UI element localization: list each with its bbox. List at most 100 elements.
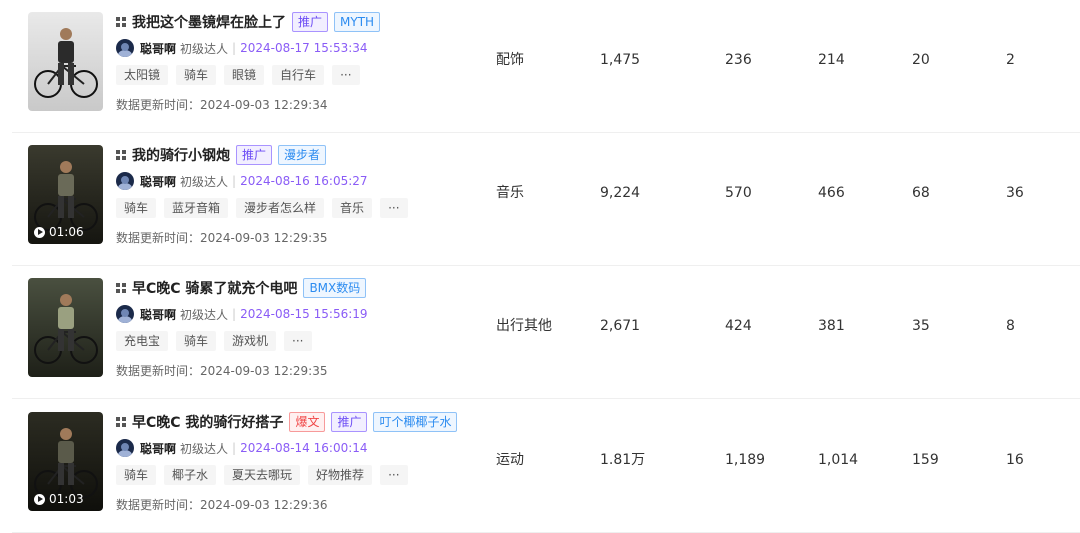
- update-value: 2024-09-03 12:29:34: [200, 98, 328, 112]
- metric-cell-c3: 381: [818, 318, 845, 334]
- update-label: 数据更新时间：: [116, 231, 201, 245]
- tag-list: 太阳镜 骑车 眼镜 自行车 ···: [116, 65, 368, 85]
- author-line: 聪哥啊 初级达人 | 2024-08-17 15:53:34: [116, 38, 368, 58]
- note-title[interactable]: 早C晚C 我的骑行好搭子: [132, 412, 283, 432]
- avatar[interactable]: [116, 439, 134, 457]
- badge-brand: 叮个椰椰子水: [373, 412, 458, 432]
- metric-cell-c1: 9,224: [600, 185, 641, 201]
- tag[interactable]: 骑车: [116, 465, 157, 485]
- more-tags-button[interactable]: ···: [284, 331, 312, 351]
- metric-cell-c2: 236: [725, 52, 752, 68]
- video-duration: 01:06: [34, 225, 84, 239]
- more-tags-button[interactable]: ···: [332, 65, 360, 85]
- metric-cell-c4: 20: [912, 52, 930, 68]
- note-type-icon: [116, 17, 126, 27]
- badge-brand: MYTH: [334, 12, 381, 32]
- thumbnail-image: [28, 278, 103, 377]
- author-level: 初级达人: [180, 441, 229, 456]
- tag[interactable]: 好物推荐: [308, 465, 373, 485]
- more-tags-button[interactable]: ···: [380, 465, 408, 485]
- tag[interactable]: 漫步者怎么样: [236, 198, 325, 218]
- metric-cell-c3: 466: [818, 185, 845, 201]
- play-icon: [34, 226, 45, 238]
- author-name[interactable]: 聪哥啊: [140, 40, 176, 57]
- publish-time: 2024-08-16 16:05:27: [240, 174, 368, 188]
- author-name[interactable]: 聪哥啊: [140, 306, 176, 323]
- update-time: 数据更新时间：2024-09-03 12:29:35: [116, 229, 327, 246]
- thumbnail[interactable]: [28, 278, 103, 377]
- avatar[interactable]: [116, 172, 134, 190]
- badge-hot: 爆文: [289, 412, 326, 432]
- tag[interactable]: 骑车: [116, 198, 157, 218]
- update-value: 2024-09-03 12:29:35: [200, 364, 328, 378]
- note-title[interactable]: 我把这个墨镜焊在脸上了: [132, 12, 286, 32]
- update-time: 数据更新时间：2024-09-03 12:29:34: [116, 96, 327, 113]
- note-type-icon: [116, 150, 126, 160]
- tag[interactable]: 椰子水: [164, 465, 217, 485]
- tag-list: 充电宝 骑车 游戏机 ···: [116, 331, 320, 351]
- badge-promo: 推广: [292, 12, 329, 32]
- note-title[interactable]: 我的骑行小钢炮: [132, 145, 230, 165]
- update-label: 数据更新时间：: [116, 364, 201, 378]
- metric-cell-c4: 68: [912, 185, 930, 201]
- metric-cell-c1: 2,671: [600, 318, 641, 334]
- author-level: 初级达人: [180, 41, 229, 56]
- tag[interactable]: 骑车: [176, 331, 217, 351]
- tag[interactable]: 骑车: [176, 65, 217, 85]
- divider: |: [232, 41, 237, 55]
- duration-text: 01:06: [49, 225, 84, 239]
- metric-cell-c5: 8: [1006, 318, 1015, 334]
- badge-brand: BMX数码: [303, 278, 367, 298]
- update-value: 2024-09-03 12:29:35: [200, 231, 328, 245]
- table-row: 我把这个墨镜焊在脸上了 推广 MYTH 聪哥啊 初级达人 | 2024-08-17 15:5…: [0, 0, 1080, 133]
- author-line: 聪哥啊 初级达人 | 2024-08-14 16:00:14: [116, 438, 368, 458]
- update-time: 数据更新时间：2024-09-03 12:29:36: [116, 496, 327, 513]
- note-title[interactable]: 早C晚C 骑累了就充个电吧: [132, 278, 297, 298]
- publish-time: 2024-08-15 15:56:19: [240, 307, 368, 321]
- tag[interactable]: 音乐: [332, 198, 373, 218]
- avatar[interactable]: [116, 39, 134, 57]
- publish-time: 2024-08-14 16:00:14: [240, 441, 368, 455]
- tag[interactable]: 自行车: [272, 65, 325, 85]
- update-label: 数据更新时间：: [116, 98, 201, 112]
- thumbnail[interactable]: 01:03: [28, 412, 103, 511]
- tag[interactable]: 夏天去哪玩: [224, 465, 301, 485]
- divider: |: [232, 174, 237, 188]
- title-line: 早C晚C 骑累了就充个电吧 BMX数码: [116, 278, 372, 298]
- tag[interactable]: 蓝牙音箱: [164, 198, 229, 218]
- avatar[interactable]: [116, 305, 134, 323]
- metric-cell-c1: 1.81万: [600, 452, 646, 468]
- update-value: 2024-09-03 12:29:36: [200, 498, 328, 512]
- tag[interactable]: 游戏机: [224, 331, 277, 351]
- badge-promo: 推广: [236, 145, 273, 165]
- note-type-icon: [116, 283, 126, 293]
- author-name[interactable]: 聪哥啊: [140, 173, 176, 190]
- tag[interactable]: 太阳镜: [116, 65, 169, 85]
- table-row: 01:03 早C晚C 我的骑行好搭子 爆文 推广 叮个椰椰子水 聪哥啊 初级达人 | 2024-…: [0, 400, 1080, 533]
- metric-cell-c5: 36: [1006, 185, 1024, 201]
- metric-cell-c4: 35: [912, 318, 930, 334]
- category-cell: 运动: [496, 452, 524, 468]
- author-name[interactable]: 聪哥啊: [140, 440, 176, 457]
- author-level: 初级达人: [180, 307, 229, 322]
- author-level: 初级达人: [180, 174, 229, 189]
- metric-cell-c2: 570: [725, 185, 752, 201]
- metric-cell-c1: 1,475: [600, 52, 641, 68]
- video-duration: 01:03: [34, 492, 84, 506]
- author-line: 聪哥啊 初级达人 | 2024-08-16 16:05:27: [116, 171, 368, 191]
- more-tags-button[interactable]: ···: [380, 198, 408, 218]
- metric-cell-c5: 16: [1006, 452, 1024, 468]
- row-divider: [12, 398, 1080, 399]
- metric-cell-c3: 1,014: [818, 452, 859, 468]
- update-time: 数据更新时间：2024-09-03 12:29:35: [116, 362, 327, 379]
- thumbnail[interactable]: [28, 12, 103, 111]
- title-line: 我的骑行小钢炮 推广 漫步者: [116, 145, 332, 165]
- metric-cell-c2: 1,189: [725, 452, 766, 468]
- thumbnail[interactable]: 01:06: [28, 145, 103, 244]
- metric-cell-c3: 214: [818, 52, 845, 68]
- category-cell: 音乐: [496, 185, 524, 201]
- thumbnail-image: [28, 12, 103, 111]
- tag[interactable]: 充电宝: [116, 331, 169, 351]
- category-cell: 配饰: [496, 52, 524, 68]
- tag[interactable]: 眼镜: [224, 65, 265, 85]
